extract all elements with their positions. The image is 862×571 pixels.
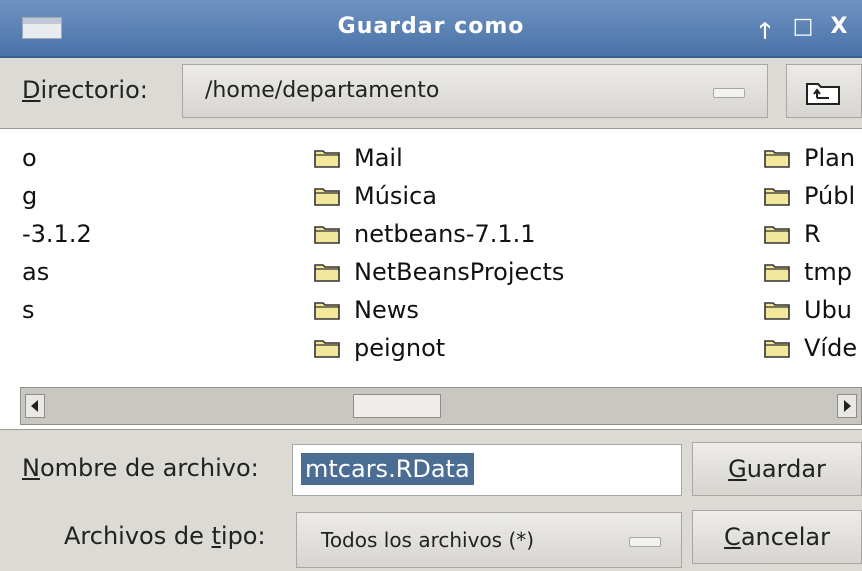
folder-icon (314, 188, 340, 206)
directory-path: /home/departamento (205, 78, 440, 103)
filetype-combo[interactable]: Todos los archivos (*) (296, 512, 682, 568)
list-item[interactable]: Víde (764, 329, 857, 367)
shade-button[interactable]: 🡑 (752, 14, 778, 52)
list-item[interactable]: o (22, 139, 92, 177)
directory-label: Directorio: (22, 76, 148, 104)
list-item[interactable]: netbeans-7.1.1 (314, 215, 564, 253)
title-bar: Guardar como 🡑 □ X (0, 0, 862, 58)
list-item[interactable]: Música (314, 177, 564, 215)
list-item[interactable]: Mail (314, 139, 564, 177)
arrow-right-icon (844, 400, 851, 412)
file-column-3: Plan Públ R tmp Ubu Víde (764, 139, 857, 367)
list-item[interactable]: tmp (764, 253, 857, 291)
folder-icon (764, 226, 790, 244)
arrow-left-icon (31, 400, 38, 412)
file-column-2: Mail Música netbeans-7.1.1 NetBeansProje… (314, 139, 564, 367)
list-item[interactable]: NetBeansProjects (314, 253, 564, 291)
filetype-selected: Todos los archivos (*) (321, 528, 535, 552)
cancel-button[interactable]: Cancelar (692, 510, 862, 564)
folder-up-button[interactable] (786, 64, 862, 118)
folder-icon (314, 226, 340, 244)
folder-icon (314, 150, 340, 168)
maximize-button[interactable]: □ (790, 14, 816, 39)
scrollbar-thumb[interactable] (353, 394, 441, 418)
filetype-label: Archivos de tipo: (64, 522, 266, 550)
list-item[interactable]: Plan (764, 139, 857, 177)
folder-icon (764, 150, 790, 168)
filename-label: Nombre de archivo: (22, 454, 259, 482)
folder-up-icon (806, 83, 840, 105)
list-item[interactable]: Públ (764, 177, 857, 215)
list-item[interactable]: peignot (314, 329, 564, 367)
list-item[interactable]: -3.1.2 (22, 215, 92, 253)
filename-input[interactable]: mtcars.RData (292, 444, 682, 496)
file-list[interactable]: o g -3.1.2 as s Mail Música netbeans-7.1… (0, 128, 862, 430)
folder-icon (314, 302, 340, 320)
close-button[interactable]: X (826, 14, 852, 39)
list-item[interactable]: R (764, 215, 857, 253)
window-title: Guardar como (337, 14, 525, 39)
folder-icon (314, 264, 340, 282)
file-column-1: o g -3.1.2 as s (22, 139, 92, 329)
list-item[interactable]: as (22, 253, 92, 291)
folder-icon (764, 340, 790, 358)
list-item[interactable]: s (22, 291, 92, 329)
folder-icon (764, 264, 790, 282)
horizontal-scrollbar[interactable] (20, 387, 862, 425)
folder-icon (314, 340, 340, 358)
filename-value: mtcars.RData (301, 453, 474, 485)
dropdown-handle-icon (713, 88, 745, 98)
directory-combo[interactable]: /home/departamento (182, 64, 768, 118)
dropdown-handle-icon (629, 537, 661, 547)
folder-icon (764, 302, 790, 320)
save-button[interactable]: Guardar (692, 442, 862, 496)
scroll-right-button[interactable] (837, 394, 857, 418)
scroll-left-button[interactable] (25, 394, 45, 418)
folder-icon (764, 188, 790, 206)
list-item[interactable]: News (314, 291, 564, 329)
list-item[interactable]: g (22, 177, 92, 215)
list-item[interactable]: Ubu (764, 291, 857, 329)
